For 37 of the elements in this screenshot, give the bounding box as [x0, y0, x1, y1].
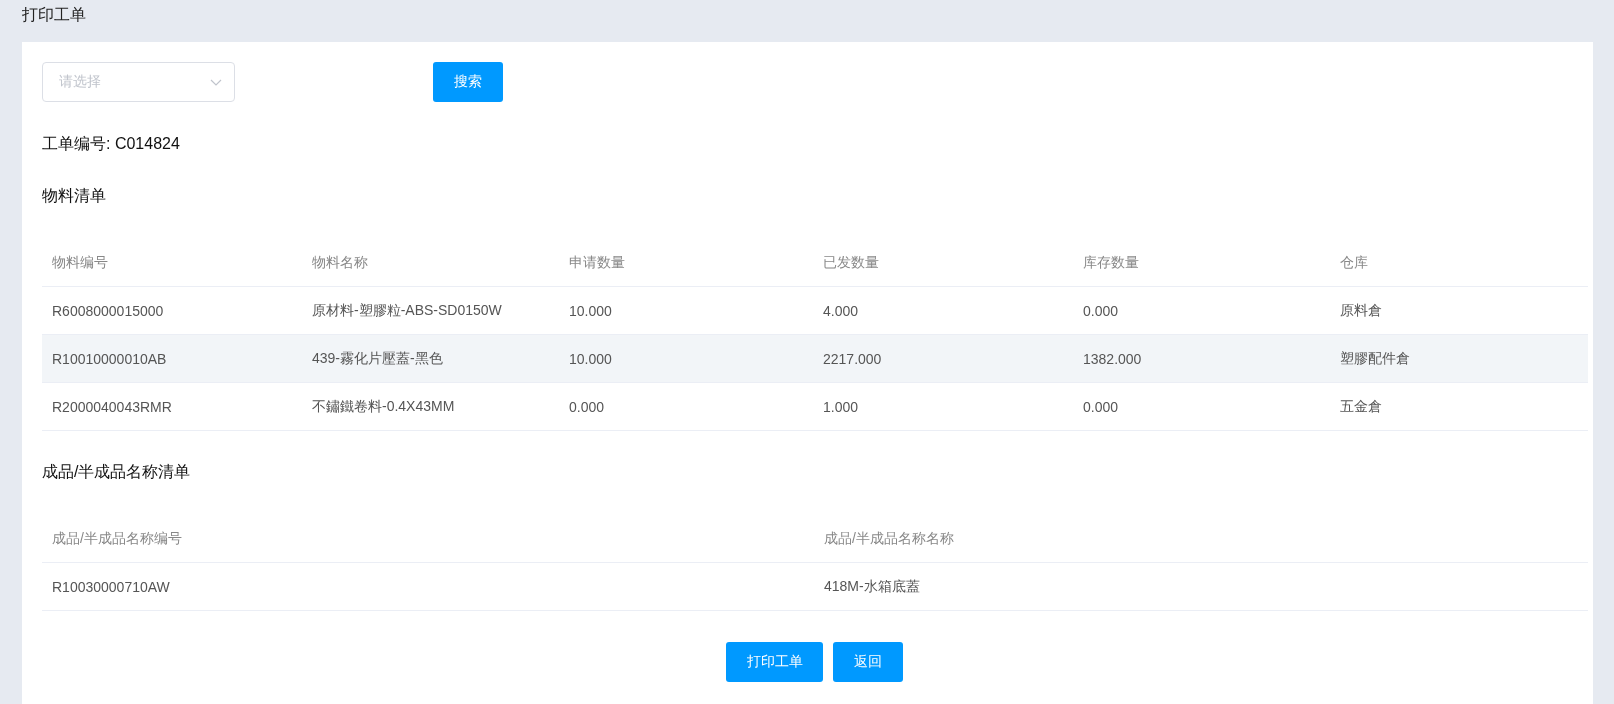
column-header: 申请数量	[559, 240, 813, 287]
table-row[interactable]: R10010000010AB 439-霧化片壓蓋-黑色 10.000 2217.000 1382.000 塑膠配件倉	[42, 334, 1588, 383]
column-header: 物料编号	[42, 240, 302, 287]
table-cell: R6008000015000	[42, 286, 302, 335]
table-cell: 塑膠配件倉	[1330, 334, 1588, 383]
table-cell: 原料倉	[1330, 286, 1588, 335]
column-header: 仓库	[1330, 240, 1588, 287]
table-cell: 418M-水箱底蓋	[814, 562, 1588, 611]
table-cell: 4.000	[813, 286, 1073, 335]
column-header: 库存数量	[1073, 240, 1330, 287]
table-cell: 1.000	[813, 382, 1073, 431]
order-number: 工单编号: C014824	[42, 134, 181, 154]
table-row[interactable]: R2000040043RMR 不鏽鐵卷料-0.4X43MM 0.000 1.000 0.000 五金倉	[42, 382, 1588, 431]
table-cell: 439-霧化片壓蓋-黑色	[302, 334, 559, 383]
column-header: 成品/半成品名称编号	[42, 516, 814, 563]
table-cell: 0.000	[1073, 286, 1330, 335]
table-cell: 0.000	[559, 382, 813, 431]
table-cell: 0.000	[1073, 382, 1330, 431]
section-title: 物料清单	[42, 186, 107, 206]
table-cell: 10.000	[559, 286, 813, 335]
table-cell: 原材料-塑膠粒-ABS-SD0150W	[302, 286, 559, 335]
table-cell: R10010000010AB	[42, 334, 302, 383]
table-cell: 10.000	[559, 334, 813, 383]
table-cell: 五金倉	[1330, 382, 1588, 431]
table-row[interactable]: R10030000710AW 418M-水箱底蓋	[42, 562, 1588, 611]
table-cell: 不鏽鐵卷料-0.4X43MM	[302, 382, 559, 431]
table-cell: 2217.000	[813, 334, 1073, 383]
column-header: 物料名称	[302, 240, 559, 287]
column-header: 已发数量	[813, 240, 1073, 287]
column-header: 成品/半成品名称名称	[814, 516, 1588, 563]
table-cell: 1382.000	[1073, 334, 1330, 383]
table-row[interactable]: R6008000015000 原材料-塑膠粒-ABS-SD0150W 10.000 4.000 0.000 原料倉	[42, 286, 1588, 335]
table-cell: R2000040043RMR	[42, 382, 302, 431]
table-cell: R10030000710AW	[42, 562, 814, 611]
chevron-down-icon	[210, 78, 222, 86]
page-title: 打印工单	[22, 5, 86, 25]
section-title: 成品/半成品名称清单	[42, 462, 192, 482]
